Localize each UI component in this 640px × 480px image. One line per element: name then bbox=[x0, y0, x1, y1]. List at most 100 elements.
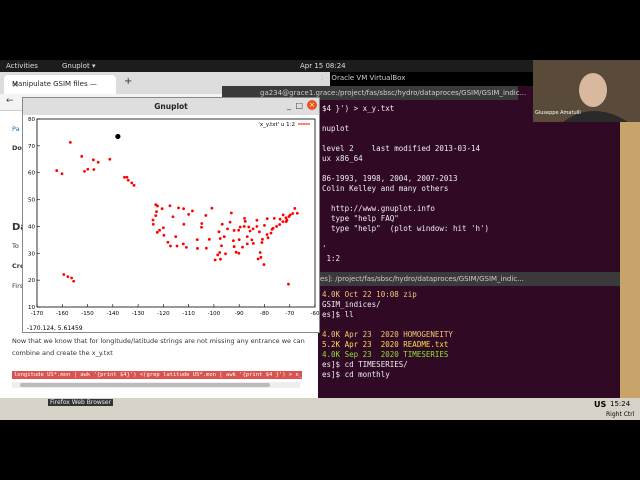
terminal-header-2[interactable]: es]: /project/fas/sbsc/hydro/dataproces/… bbox=[318, 272, 640, 286]
x-tick-label: -160 bbox=[56, 311, 69, 317]
data-point bbox=[262, 263, 266, 266]
terminal-line: 86-1993, 1998, 2004, 2007-2013 bbox=[322, 174, 458, 183]
terminal-window[interactable]: $4 }') > x_y.txt nuplot level 2 last modif… bbox=[318, 86, 640, 402]
x-tick-label: -120 bbox=[157, 311, 170, 317]
data-point bbox=[91, 158, 95, 162]
data-point bbox=[265, 217, 269, 221]
terminal-line: nuplot bbox=[322, 124, 350, 133]
gnuplot-title: Gnuplot bbox=[154, 102, 188, 111]
data-point bbox=[155, 210, 158, 214]
data-point bbox=[182, 222, 186, 226]
data-point bbox=[200, 225, 203, 229]
x-tick-label: -90 bbox=[235, 311, 244, 317]
minimize-icon[interactable]: _ bbox=[287, 101, 291, 110]
x-tick-label: -80 bbox=[260, 311, 269, 317]
data-point bbox=[269, 231, 273, 235]
data-point bbox=[210, 206, 214, 210]
data-point bbox=[62, 273, 66, 276]
data-point bbox=[261, 237, 264, 241]
data-point bbox=[266, 236, 270, 240]
terminal-line: es]$ ll bbox=[322, 310, 354, 319]
scatter-plot[interactable]: -170 -160 -150 -140 -130 -120 -110 -100 -90 -80 -7… bbox=[23, 115, 319, 323]
terminal-title: ga234@grace1.grace:/project/fas/sbsc/hyd… bbox=[260, 89, 527, 97]
data-point bbox=[171, 215, 175, 219]
data-point bbox=[255, 225, 259, 228]
terminal-line: level 2 last modified 2013-03-14 bbox=[322, 144, 481, 153]
data-point bbox=[207, 237, 211, 241]
terminal-line: GSIM_indices/ bbox=[322, 300, 381, 309]
code-block[interactable]: longitude US*.mon | awk '{print $4}') <(… bbox=[12, 371, 302, 379]
terminal-line: ux x86_64 bbox=[322, 154, 363, 163]
data-point bbox=[251, 227, 255, 231]
data-point bbox=[295, 211, 299, 215]
back-icon[interactable]: ← bbox=[6, 96, 14, 106]
data-point bbox=[151, 222, 155, 226]
terminal-line: type "help" (plot window: hit 'h') bbox=[322, 224, 490, 233]
data-point bbox=[86, 167, 90, 171]
x-tick-label: -150 bbox=[81, 311, 94, 317]
terminal-line: 4.0K Oct 22 10:08 zip bbox=[322, 290, 417, 299]
data-point bbox=[123, 175, 126, 179]
data-point bbox=[204, 246, 208, 250]
data-point bbox=[247, 225, 251, 229]
data-point bbox=[70, 276, 74, 280]
data-point bbox=[287, 282, 290, 286]
activities-button[interactable]: Activities bbox=[6, 62, 38, 70]
y-tick-label: 80 bbox=[28, 117, 35, 123]
data-point bbox=[161, 226, 165, 230]
data-point bbox=[245, 235, 249, 239]
data-point bbox=[284, 216, 288, 220]
data-point bbox=[162, 233, 166, 237]
host-key-label: Right Ctrl bbox=[606, 411, 635, 418]
y-tick-label: 20 bbox=[28, 278, 35, 284]
doc-line: To bbox=[12, 242, 19, 250]
x-tick-label: -70 bbox=[285, 311, 294, 317]
data-point bbox=[242, 225, 246, 228]
browser-tab[interactable]: Manipulate GSIM files — × bbox=[4, 75, 116, 94]
x-tick-label: -110 bbox=[182, 311, 195, 317]
keyboard-layout[interactable]: US bbox=[594, 400, 606, 409]
data-point bbox=[226, 227, 229, 231]
terminal-line: 4.0K Sep 23 2020 TIMESERIES bbox=[322, 350, 449, 359]
data-point bbox=[222, 235, 226, 239]
firefox-taskbar-item[interactable]: Firefox Web Browser bbox=[48, 399, 114, 406]
terminal-line: 4.0K Apr 23 2020 HOMOGENEITY bbox=[322, 330, 453, 339]
data-point bbox=[68, 140, 72, 144]
data-point bbox=[151, 218, 155, 222]
close-icon[interactable]: × bbox=[307, 100, 317, 110]
data-point bbox=[83, 169, 86, 173]
gnuplot-window[interactable]: Gnuplot _ □ × -170 -160 -150 -140 -130 -120 -1… bbox=[22, 97, 320, 333]
data-point bbox=[200, 222, 204, 225]
presenter-name: Giuseppe Amatulli bbox=[535, 110, 581, 116]
close-icon[interactable]: × bbox=[12, 80, 112, 89]
data-point bbox=[184, 245, 188, 249]
scrollbar-thumb[interactable] bbox=[20, 383, 270, 387]
data-point bbox=[238, 225, 242, 229]
data-point bbox=[217, 230, 221, 234]
horizontal-scrollbar[interactable] bbox=[12, 382, 300, 388]
y-tick-label: 70 bbox=[28, 144, 35, 150]
app-menu[interactable]: Gnuplot ▾ bbox=[62, 62, 95, 70]
data-point bbox=[115, 133, 121, 140]
data-point bbox=[237, 251, 241, 255]
data-point bbox=[265, 233, 269, 236]
doc-paragraph: combine and create the x_y.txt bbox=[12, 349, 113, 357]
data-point bbox=[160, 207, 164, 211]
data-point bbox=[80, 154, 84, 158]
new-tab-button[interactable]: + bbox=[124, 76, 132, 87]
clock[interactable]: Apr 15 08:24 bbox=[300, 62, 346, 70]
data-point bbox=[234, 250, 238, 254]
data-point bbox=[228, 220, 232, 224]
x-tick-label: -130 bbox=[132, 311, 145, 317]
maximize-icon[interactable]: □ bbox=[295, 101, 303, 110]
data-point bbox=[96, 160, 100, 164]
data-point bbox=[132, 183, 136, 187]
gnuplot-titlebar[interactable]: Gnuplot _ □ × bbox=[23, 98, 319, 115]
data-point bbox=[177, 206, 180, 210]
data-point bbox=[108, 157, 112, 161]
data-point bbox=[275, 225, 278, 228]
data-point bbox=[237, 238, 241, 241]
data-point bbox=[272, 216, 276, 220]
data-point bbox=[258, 230, 261, 234]
data-point bbox=[92, 168, 96, 171]
